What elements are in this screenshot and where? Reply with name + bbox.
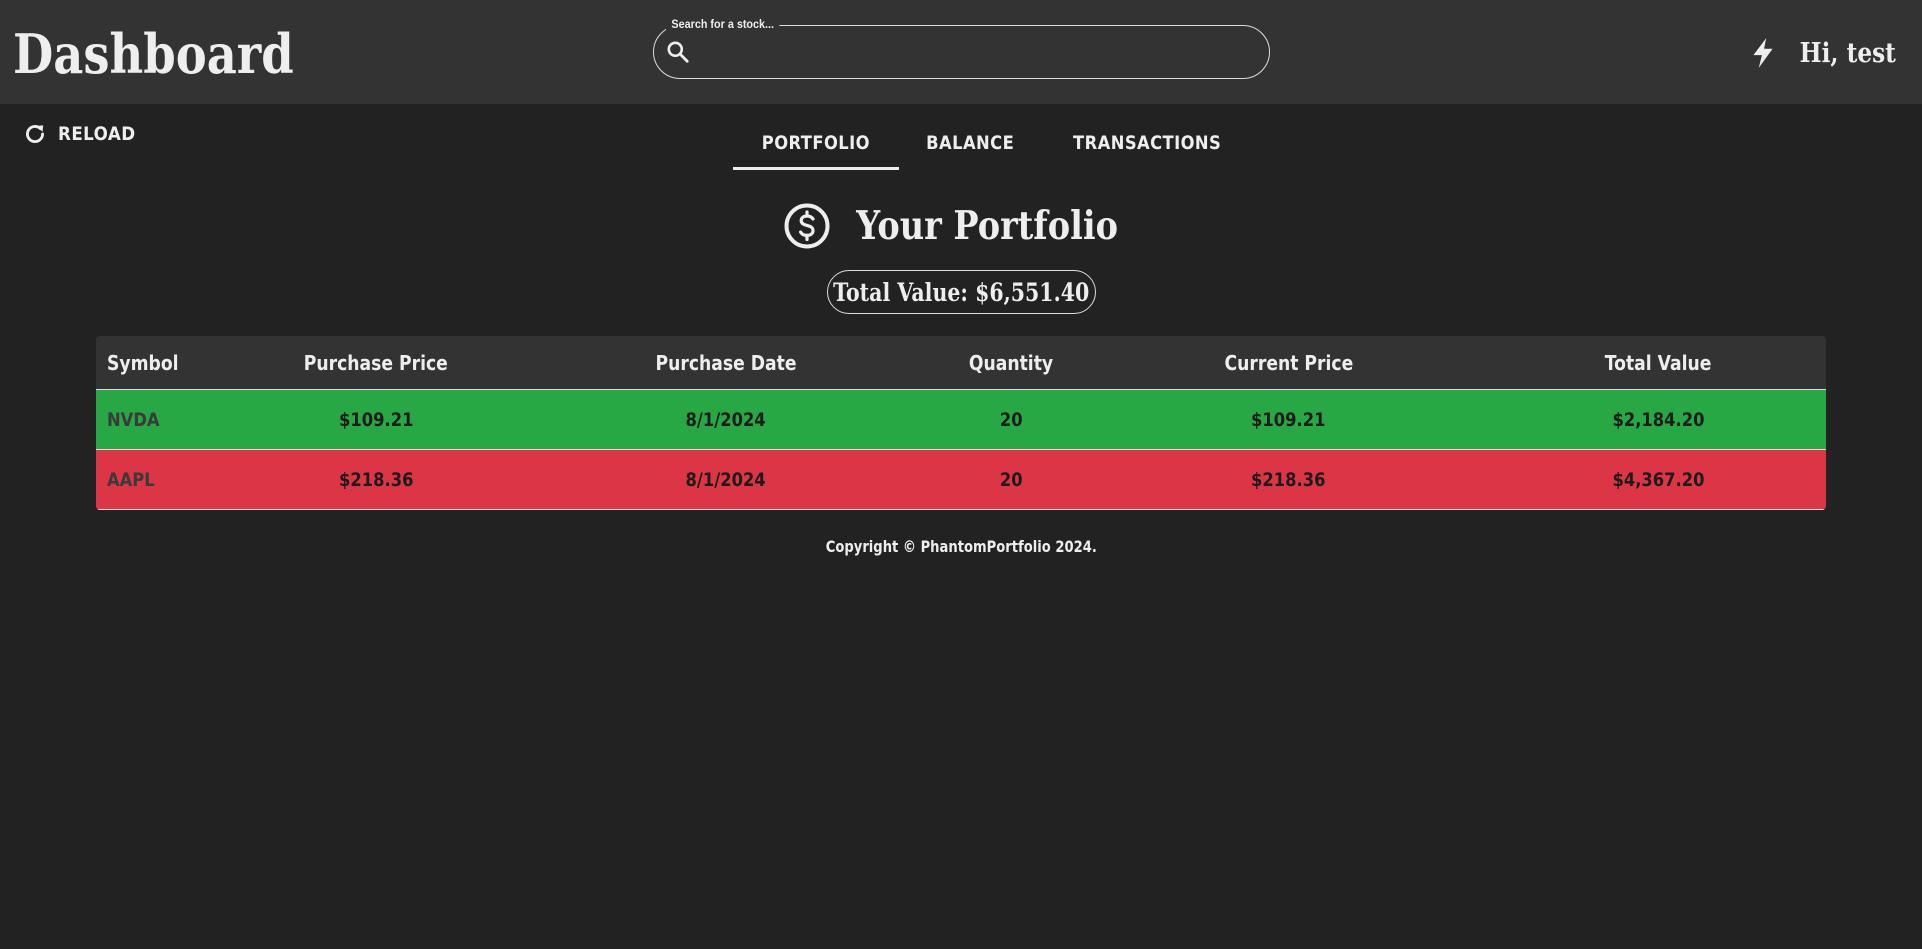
user-greeting-label: Hi, test [1799,37,1896,69]
reload-button[interactable]: RELOAD [22,119,146,149]
search-legend: Search for a stock... [666,17,780,31]
column-header-purchase-date: Purchase Date [655,350,797,375]
cell-quantity: 20 [999,408,1023,431]
app-title: Dashboard [13,22,294,86]
column-header-symbol: Symbol [107,350,179,375]
cell-purchase-price: $109.21 [338,408,414,431]
table-header: Symbol Purchase Price Purchase Date Quan… [96,336,1826,390]
portfolio-table: Symbol Purchase Price Purchase Date Quan… [96,336,1826,510]
dollar-circle-icon [784,203,830,249]
cell-current-price: $218.36 [1251,468,1326,491]
refresh-icon [26,125,44,143]
column-header-current-price: Current Price [1224,350,1353,375]
cell-symbol: NVDA [107,408,160,431]
portfolio-title: Your Portfolio [856,203,1118,249]
page-title: Your Portfolio [0,198,1922,254]
footer-copyright: Copyright © PhantomPortfolio 2024. [825,537,1097,556]
cell-quantity: 20 [999,468,1023,491]
tab-balance[interactable]: BALANCE [899,116,1041,170]
top-app-bar: Dashboard Search for a stock... Hi, test [0,0,1922,104]
cell-total-value: $4,367.20 [1612,468,1705,491]
column-header-quantity: Quantity [968,350,1054,375]
cell-purchase-date: 8/1/2024 [685,468,767,491]
cell-current-price: $109.21 [1251,408,1326,431]
search-input[interactable] [700,36,1255,68]
reload-label: RELOAD [58,123,136,145]
total-value-badge: Total Value: $6,551.40 [827,270,1096,314]
column-header-total-value: Total Value [1605,350,1712,375]
search-icon [667,41,689,63]
cell-purchase-date: 8/1/2024 [685,408,767,431]
tab-portfolio[interactable]: PORTFOLIO [733,116,899,170]
tab-transactions[interactable]: TRANSACTIONS [1041,116,1253,170]
user-greeting[interactable]: Hi, test [1750,33,1896,73]
table-row[interactable]: AAPL $218.36 8/1/2024 20 $218.36 $4,367.… [96,450,1826,510]
column-header-purchase-price: Purchase Price [303,350,449,375]
tab-bar: PORTFOLIO BALANCE TRANSACTIONS [733,116,1253,170]
cell-symbol: AAPL [107,468,155,491]
cell-purchase-price: $218.36 [338,468,414,491]
total-value-label: Total Value: $6,551.40 [833,277,1090,307]
cell-total-value: $2,184.20 [1612,408,1705,431]
search-field[interactable]: Search for a stock... [653,17,1270,79]
bolt-icon [1753,38,1773,68]
table-row[interactable]: NVDA $109.21 8/1/2024 20 $109.21 $2,184.… [96,390,1826,450]
